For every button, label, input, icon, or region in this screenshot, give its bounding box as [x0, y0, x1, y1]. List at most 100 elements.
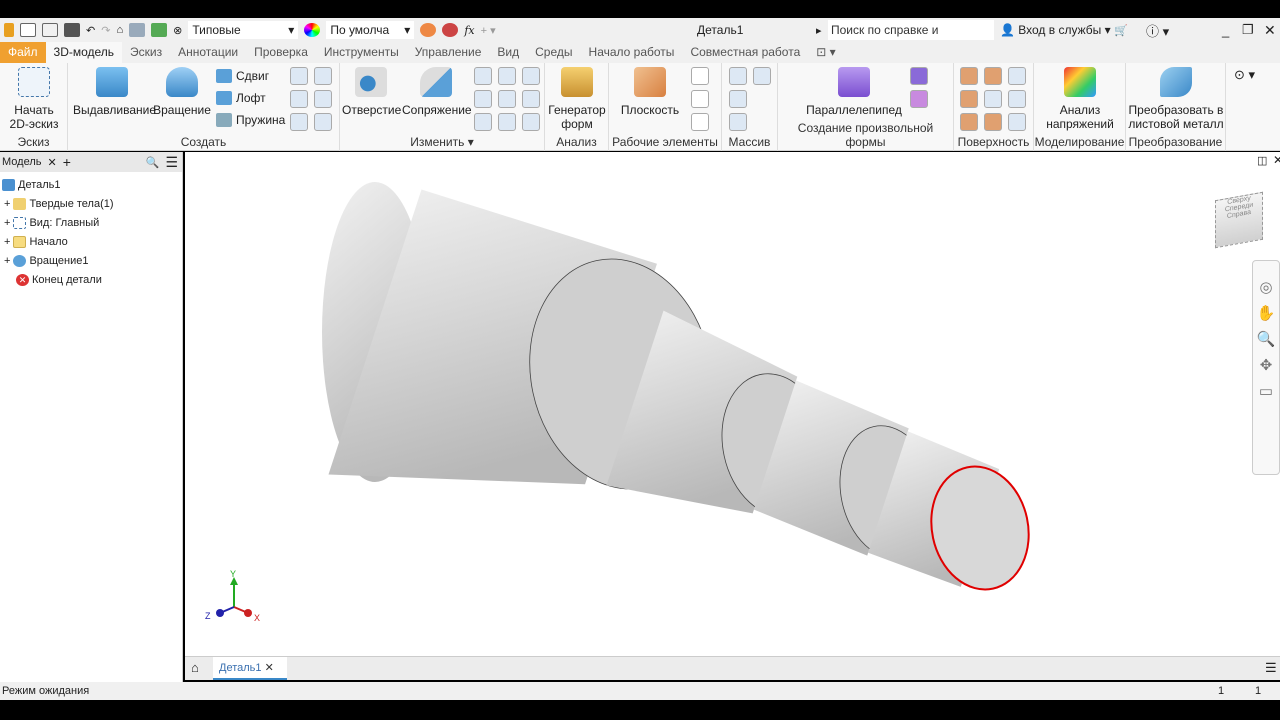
minimize-button[interactable]: _: [1222, 23, 1229, 38]
convert-sheetmetal-button[interactable]: Преобразовать в листовой металл: [1128, 67, 1224, 131]
tab-tools[interactable]: Инструменты: [316, 42, 407, 63]
look-at-icon[interactable]: ▭: [1253, 379, 1279, 405]
direct-icon[interactable]: [522, 90, 540, 108]
fillet-button[interactable]: Сопряжение: [402, 67, 472, 117]
clear-icon[interactable]: [442, 23, 459, 37]
plus-icon[interactable]: + ▾: [481, 24, 496, 37]
extrude-button[interactable]: Выдавливание: [73, 67, 156, 117]
tab-get-started[interactable]: Начало работы: [581, 42, 683, 63]
signin-button[interactable]: 👤 Вход в службы ▾: [1000, 23, 1111, 37]
tabs-menu-icon[interactable]: ☰: [1265, 660, 1277, 676]
cart-icon[interactable]: 🛒: [1114, 24, 1128, 37]
expand-icon[interactable]: +: [4, 255, 10, 267]
tab-environments[interactable]: Среды: [527, 42, 580, 63]
shell-icon[interactable]: [474, 90, 492, 108]
ucs-icon[interactable]: [691, 113, 709, 131]
tree-item-origin[interactable]: + Начало: [4, 233, 68, 251]
tab-inspect[interactable]: Проверка: [246, 42, 316, 63]
update-icon[interactable]: [129, 23, 146, 37]
search-icon[interactable]: 🔍: [146, 156, 160, 169]
import-icon[interactable]: [314, 90, 332, 108]
tab-collaborate[interactable]: Совместная работа: [682, 42, 808, 63]
point-icon[interactable]: [691, 90, 709, 108]
view-cube[interactable]: Сверху Спереди Справа: [1215, 191, 1263, 249]
close-button[interactable]: ✕: [1264, 22, 1276, 39]
plane-button[interactable]: Плоскость: [615, 67, 685, 117]
tree-item-solid-bodies[interactable]: + Твердые тела(1): [4, 195, 114, 213]
undo-icon[interactable]: ↶: [86, 24, 95, 37]
tree-item-part[interactable]: Деталь1: [2, 176, 61, 194]
patch-surface-icon[interactable]: [1008, 67, 1026, 85]
redo-icon[interactable]: ↷: [101, 24, 110, 37]
thicken-icon[interactable]: [498, 113, 516, 131]
replace-face-icon[interactable]: [1008, 90, 1026, 108]
home-tab-icon[interactable]: ⌂: [191, 660, 199, 675]
select-icon[interactable]: [151, 23, 168, 37]
doc-tab-part1[interactable]: Деталь1 ✕: [213, 657, 287, 680]
expand-icon[interactable]: +: [4, 236, 10, 248]
thread-icon[interactable]: [498, 67, 516, 85]
material-combo[interactable]: Типовые ▾: [188, 21, 299, 39]
ribbon-options-button[interactable]: ⊙ ▾: [1234, 67, 1255, 83]
split-view-icon[interactable]: ◫: [1257, 154, 1267, 167]
decal-icon[interactable]: [314, 113, 332, 131]
menu-icon[interactable]: ☰: [165, 154, 182, 171]
tree-item-view[interactable]: + Вид: Главный: [4, 214, 99, 232]
repair-icon[interactable]: [984, 113, 1002, 131]
help-search-input[interactable]: Поиск по справке и командам.: [828, 20, 994, 57]
axis-icon[interactable]: [691, 67, 709, 85]
start-sketch-button[interactable]: Начать 2D-эскиз: [4, 67, 64, 131]
open-icon[interactable]: [42, 23, 58, 37]
rect-pattern-icon[interactable]: [729, 67, 747, 85]
circ-pattern-icon[interactable]: [729, 90, 747, 108]
expand-icon[interactable]: +: [4, 198, 10, 210]
steering-wheel-icon[interactable]: ◎: [1253, 275, 1279, 301]
loft-button[interactable]: Лофт: [216, 91, 266, 105]
restore-button[interactable]: ❐: [1242, 22, 1254, 38]
fx-icon[interactable]: fx: [464, 24, 474, 37]
shaft-model[interactable]: [185, 152, 1280, 657]
ribbon-toggle-button[interactable]: ⊡ ▾: [808, 42, 843, 63]
tab-file[interactable]: Файл: [0, 42, 46, 63]
tab-3d-model[interactable]: 3D-модель: [45, 42, 123, 63]
tab-view[interactable]: Вид: [489, 42, 527, 63]
tree-item-end-of-part[interactable]: ✕ Конец детали: [16, 271, 102, 289]
close-view-icon[interactable]: ✕: [1273, 153, 1280, 167]
tab-manage[interactable]: Управление: [407, 42, 490, 63]
rib-icon[interactable]: [290, 67, 308, 85]
stress-analysis-button[interactable]: Анализ напряжений: [1038, 67, 1122, 131]
split-icon[interactable]: [522, 67, 540, 85]
chamfer-icon[interactable]: [474, 67, 492, 85]
orbit-icon[interactable]: ✥: [1253, 353, 1279, 379]
graphics-viewport[interactable]: ◫ ✕ Сверху Спереди Справа Y X Z: [185, 152, 1280, 657]
boundary-icon[interactable]: [960, 113, 978, 131]
hole-button[interactable]: Отверстие: [342, 67, 401, 117]
combine-icon[interactable]: [498, 90, 516, 108]
close-doc-icon[interactable]: ✕: [265, 662, 274, 674]
patch-icon[interactable]: [290, 113, 308, 131]
zoom-icon[interactable]: 🔍: [1253, 327, 1279, 353]
pan-icon[interactable]: ✋: [1253, 301, 1279, 327]
add-browser-icon[interactable]: +: [63, 154, 71, 170]
shape-generator-button[interactable]: Генератор форм: [547, 67, 607, 131]
face-icon[interactable]: [910, 67, 928, 85]
appearance-combo[interactable]: По умолча ▾: [326, 21, 415, 39]
panel-label-modify[interactable]: Изменить ▾: [340, 135, 544, 149]
sketch-pattern-icon[interactable]: [729, 113, 747, 131]
stitch-icon[interactable]: [960, 67, 978, 85]
extend-icon[interactable]: [960, 90, 978, 108]
draft-icon[interactable]: [474, 113, 492, 131]
tree-item-revolve[interactable]: + Вращение1: [4, 252, 89, 270]
save-icon[interactable]: [64, 23, 80, 37]
sculpt-icon[interactable]: [984, 67, 1002, 85]
help-icon[interactable]: ⓘ ▾: [1146, 21, 1169, 40]
emboss-icon[interactable]: [314, 67, 332, 85]
derive-icon[interactable]: [290, 90, 308, 108]
tab-sketch[interactable]: Эскиз: [122, 42, 170, 63]
trim-icon[interactable]: [984, 90, 1002, 108]
adjust-icon[interactable]: [420, 23, 437, 37]
sweep-button[interactable]: Сдвиг: [216, 69, 269, 83]
fit-mesh-icon[interactable]: [1008, 113, 1026, 131]
box-button[interactable]: Параллелепипед: [806, 67, 902, 117]
material-icon[interactable]: ⊗: [173, 24, 182, 37]
